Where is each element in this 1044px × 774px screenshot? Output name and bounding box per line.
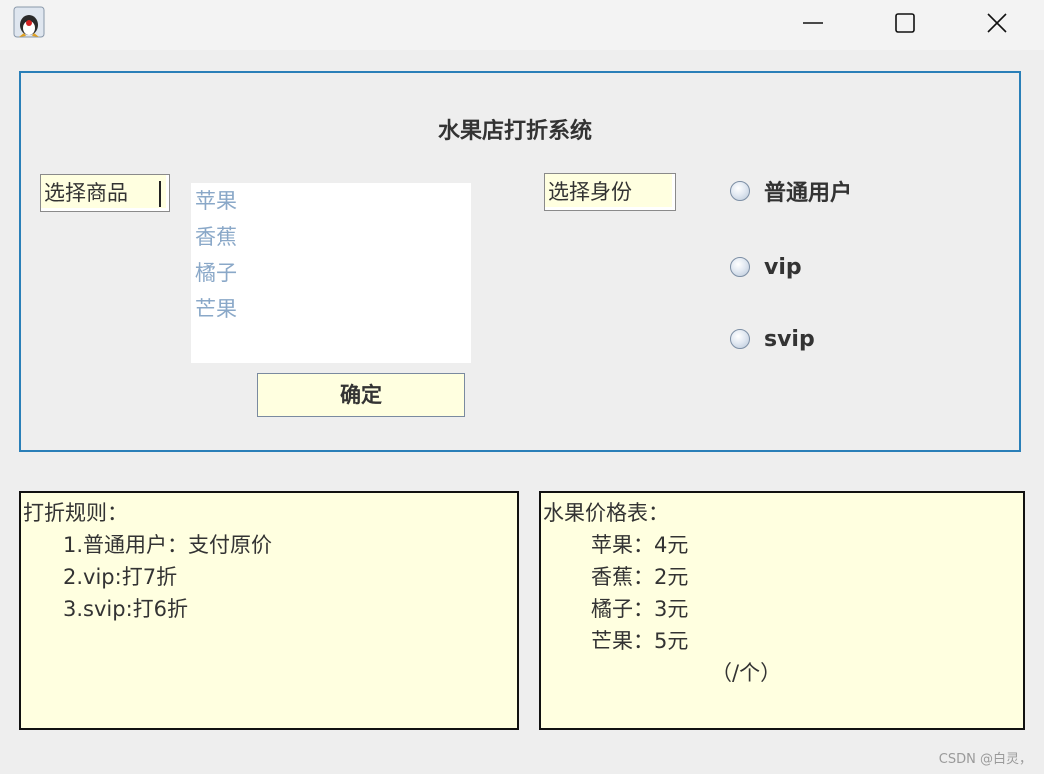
selection-panel: 水果店打折系统 选择商品 苹果 香蕉 橘子 芒果 确定 选择身份 普通用户 vi… — [19, 71, 1021, 452]
rules-title: 打折规则： — [23, 501, 128, 525]
radio-label: 普通用户 — [764, 181, 853, 206]
price-line: 苹果：4元 — [591, 533, 689, 557]
radio-button-icon[interactable] — [730, 181, 750, 201]
minimize-icon — [803, 22, 823, 24]
fruit-list[interactable]: 苹果 香蕉 橘子 芒果 — [191, 183, 471, 363]
maximize-button[interactable] — [859, 0, 951, 46]
confirm-button[interactable]: 确定 — [257, 373, 465, 417]
select-goods-text: 选择商品 — [44, 181, 128, 205]
radio-button-icon[interactable] — [730, 329, 750, 349]
discount-rules-panel: 打折规则： 1.普通用户：支付原价 2.vip:打7折 3.svip:打6折 — [19, 491, 519, 730]
fruit-list-item[interactable]: 芒果 — [191, 291, 471, 327]
price-table-title: 水果价格表： — [543, 501, 669, 525]
fruit-list-item[interactable]: 香蕉 — [191, 219, 471, 255]
price-line: 芒果：5元 — [591, 629, 689, 653]
maximize-icon — [895, 13, 915, 33]
rule-line: 2.vip:打7折 — [63, 565, 178, 589]
close-button[interactable] — [951, 0, 1043, 46]
radio-button-icon[interactable] — [730, 257, 750, 277]
watermark: CSDN @白灵， — [938, 752, 1032, 767]
title-bar — [0, 0, 1044, 50]
close-icon — [987, 13, 1007, 33]
select-goods-label[interactable]: 选择商品 — [40, 174, 170, 212]
radio-svip[interactable]: svip — [730, 319, 815, 359]
price-unit-note: （/个） — [711, 661, 782, 685]
panel-title: 水果店打折系统 — [437, 118, 592, 144]
text-caret — [159, 181, 161, 207]
price-line: 橘子：3元 — [591, 597, 689, 621]
minimize-button[interactable] — [767, 0, 859, 46]
radio-regular-user[interactable]: 普通用户 — [730, 171, 852, 211]
radio-label: vip — [764, 254, 802, 280]
radio-label: svip — [764, 326, 815, 352]
price-line: 香蕉：2元 — [591, 565, 689, 589]
select-identity-label: 选择身份 — [544, 173, 676, 211]
fruit-list-item[interactable]: 苹果 — [191, 183, 471, 219]
rule-line: 3.svip:打6折 — [63, 597, 189, 621]
fruit-list-item[interactable]: 橘子 — [191, 255, 471, 291]
java-app-icon — [13, 6, 45, 38]
price-table-panel: 水果价格表： 苹果：4元 香蕉：2元 橘子：3元 芒果：5元 （/个） — [539, 491, 1025, 730]
rule-line: 1.普通用户：支付原价 — [63, 533, 273, 557]
radio-vip[interactable]: vip — [730, 247, 802, 287]
